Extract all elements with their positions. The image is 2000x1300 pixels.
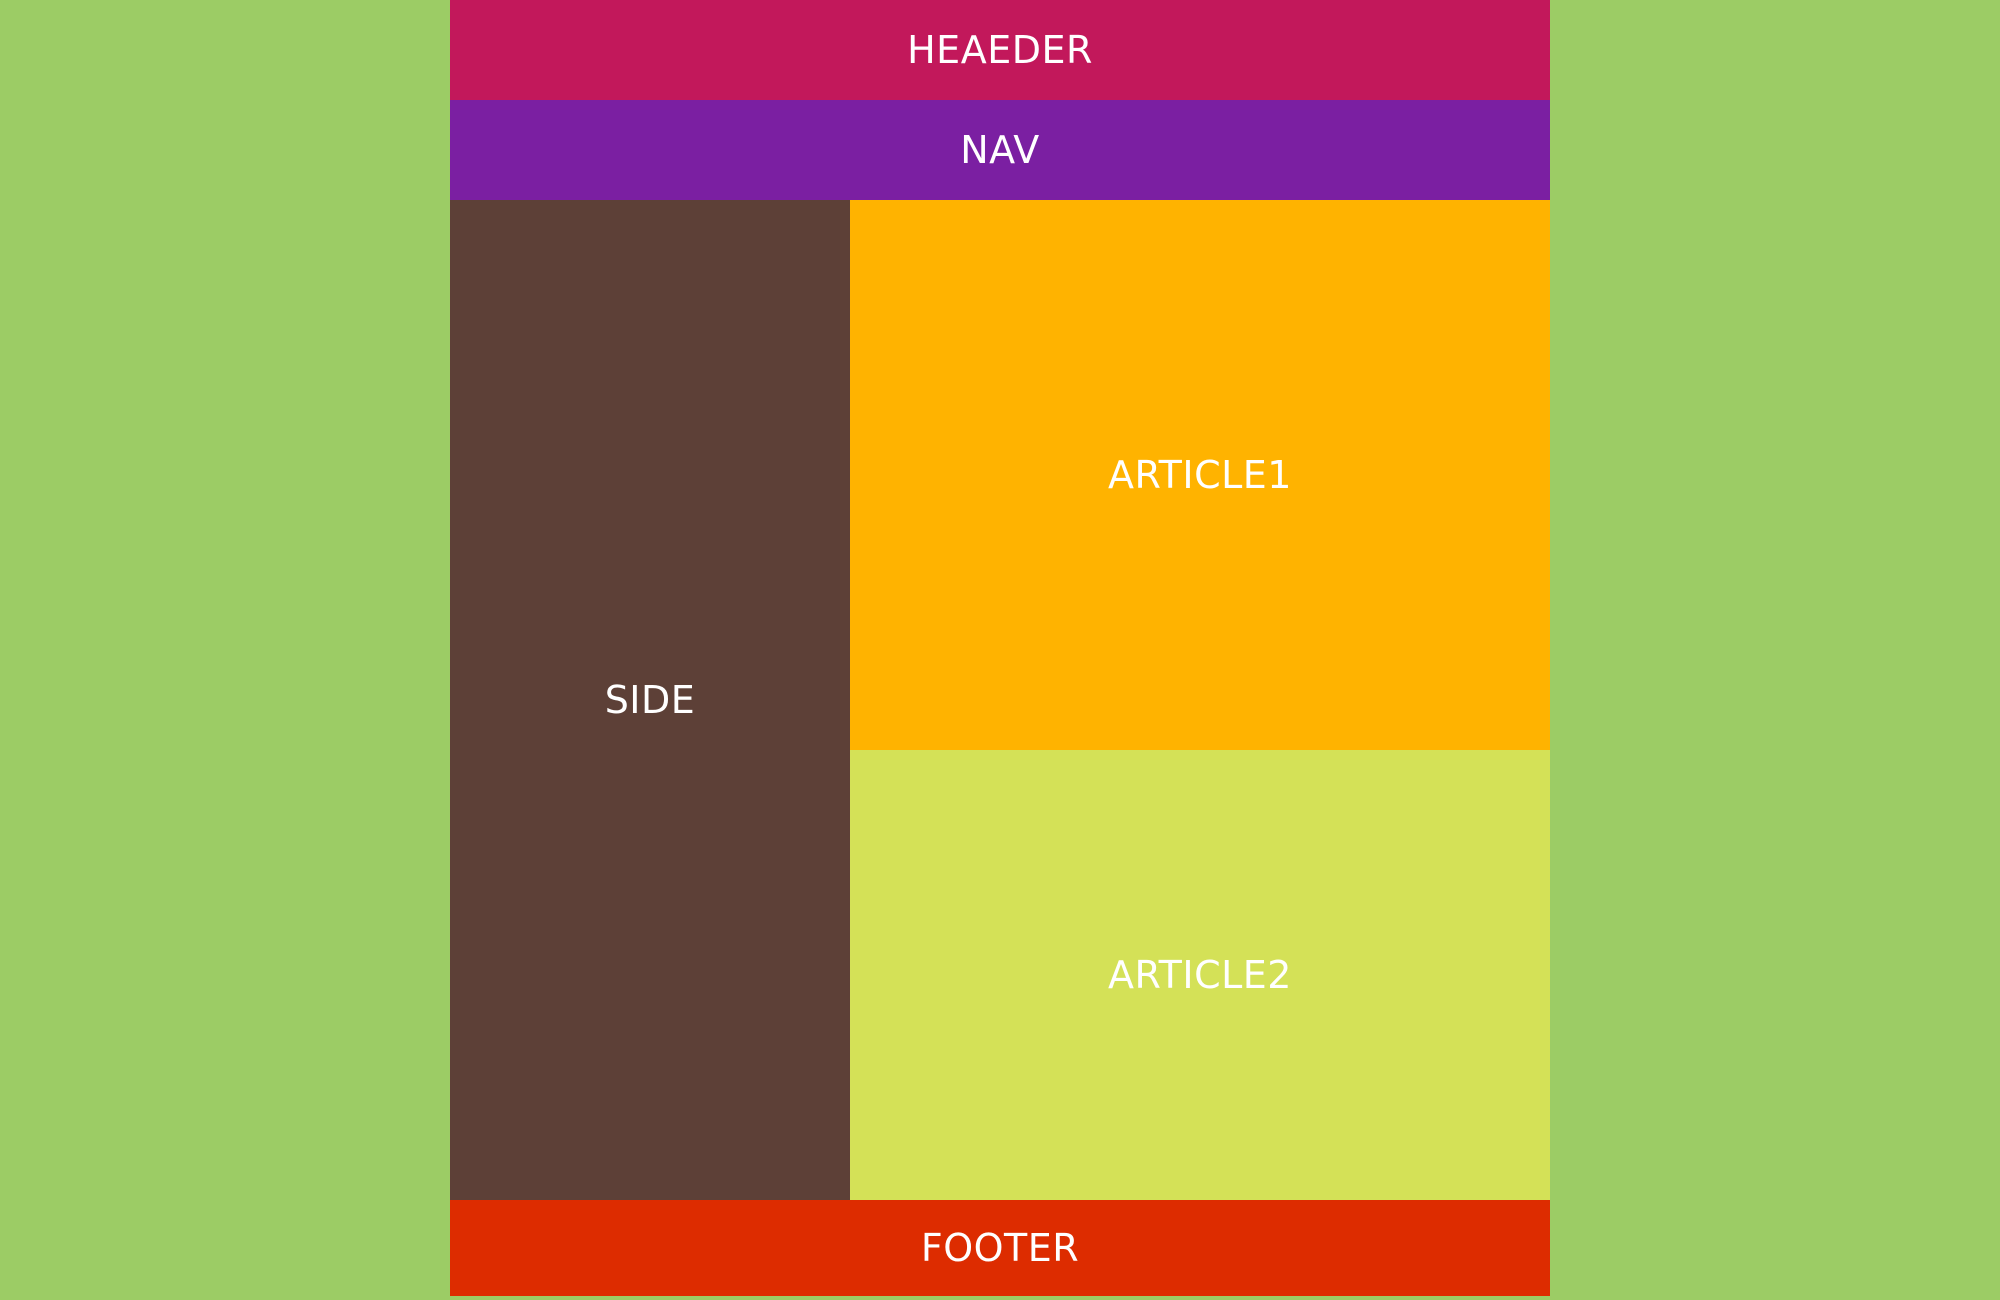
header-block: HEAEDER	[450, 0, 1550, 100]
page-layout: HEAEDER NAV SIDE ARTICLE1 ARTICLE2 FOOTE…	[450, 0, 1550, 1296]
header-label: HEAEDER	[907, 28, 1093, 72]
footer-label: FOOTER	[920, 1226, 1080, 1270]
footer-block: FOOTER	[450, 1200, 1550, 1296]
page-background: { "header": { "label": "HEAEDER", "color…	[0, 0, 2000, 1300]
nav-label: NAV	[960, 128, 1040, 172]
side-block: SIDE	[450, 200, 850, 1200]
article2-block: ARTICLE2	[850, 750, 1550, 1200]
article1-block: ARTICLE1	[850, 200, 1550, 750]
article2-label: ARTICLE2	[1108, 953, 1292, 997]
side-label: SIDE	[604, 678, 696, 722]
nav-block: NAV	[450, 100, 1550, 200]
article1-label: ARTICLE1	[1108, 453, 1292, 497]
